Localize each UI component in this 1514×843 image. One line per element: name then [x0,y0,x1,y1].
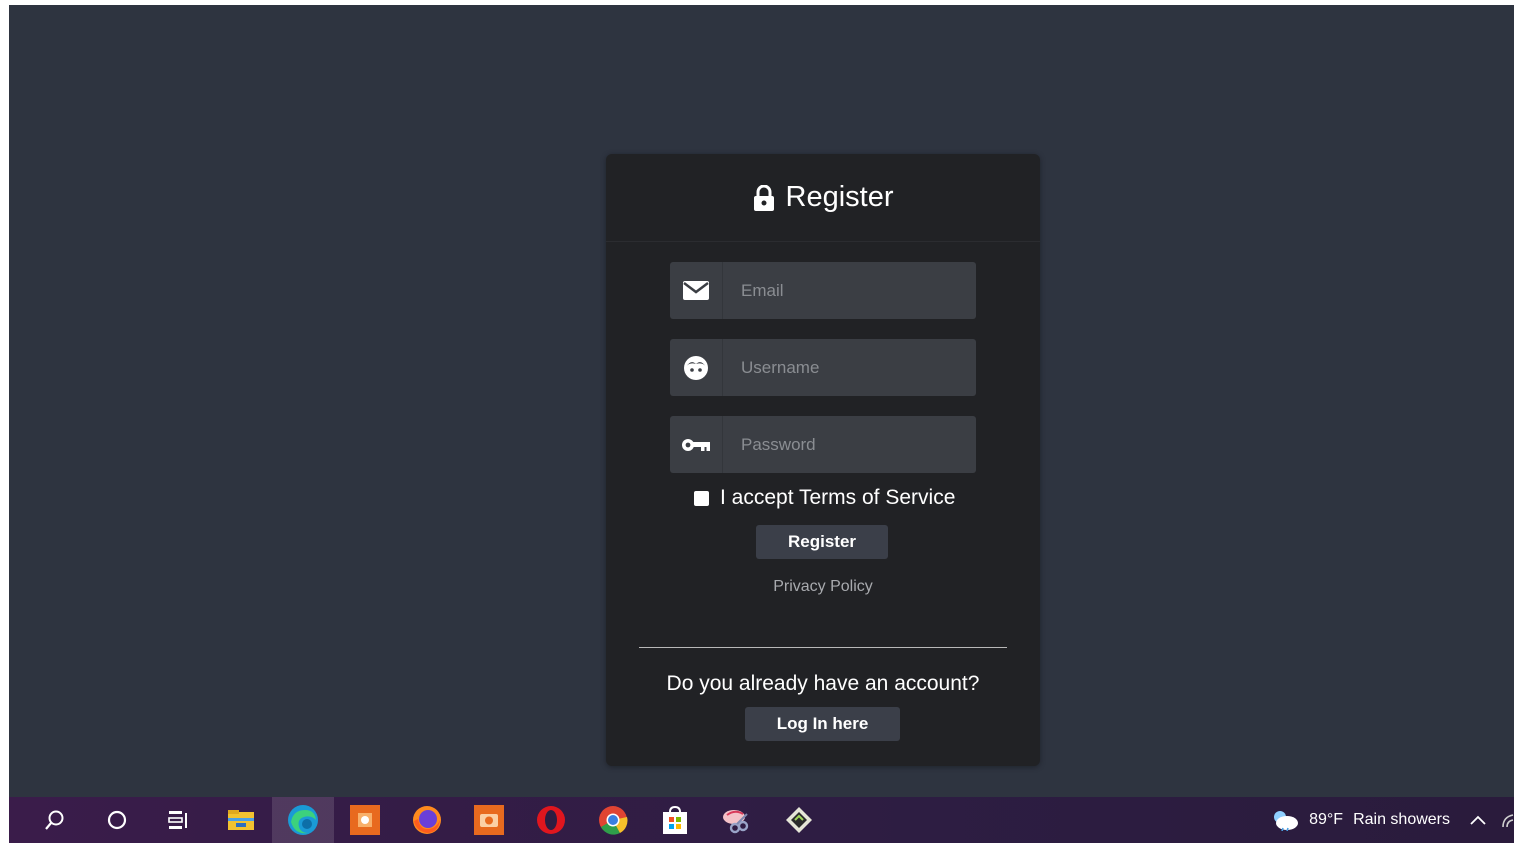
register-button[interactable]: Register [756,525,888,559]
app-orange-icon[interactable] [334,797,396,843]
card-header: Register [606,154,1040,242]
weather-condition[interactable]: Rain showers [1353,811,1450,829]
store-icon[interactable] [644,797,706,843]
search-icon[interactable] [24,797,86,843]
snipping-tool-icon[interactable] [706,797,768,843]
password-addon [670,416,723,473]
username-addon [670,339,723,396]
weather-temperature[interactable]: 89°F [1309,811,1343,829]
divider [639,647,1007,648]
chevron-up-icon[interactable] [1470,815,1486,825]
email-field [670,262,976,319]
cortana-icon[interactable] [86,797,148,843]
terms-row: I accept Terms of Service [694,486,955,510]
network-icon[interactable] [1502,812,1514,828]
opera-icon[interactable] [520,797,582,843]
password-input[interactable] [723,416,976,473]
system-tray: 89°F Rain showers [1271,797,1514,843]
chrome-icon[interactable] [582,797,644,843]
taskbar: 89°F Rain showers [9,797,1514,843]
username-field [670,339,976,396]
password-field [670,416,976,473]
register-card: Register Email Username I accept Terms o… [606,154,1040,766]
email-input[interactable] [723,262,976,319]
cloud-rain-icon[interactable] [1271,809,1299,831]
login-prompt: Do you already have an account? [666,672,980,695]
login-button[interactable]: Log In here [745,707,900,741]
envelope-icon [683,281,709,300]
username-input[interactable] [723,339,976,396]
camera-app-icon[interactable] [458,797,520,843]
lock-icon [753,184,774,211]
key-icon [682,438,710,451]
terms-checkbox[interactable] [694,490,709,506]
firefox-icon[interactable] [396,797,458,843]
privacy-policy-link[interactable]: Privacy Policy [606,578,1040,596]
edge-icon[interactable] [272,797,334,843]
user-face-icon [684,355,708,380]
app-diamond-icon[interactable] [768,797,830,843]
page-title: Register [785,181,894,213]
task-view-icon[interactable] [148,797,210,843]
file-explorer-icon[interactable] [210,797,272,843]
terms-label: I accept Terms of Service [720,486,956,509]
email-addon [670,262,723,319]
